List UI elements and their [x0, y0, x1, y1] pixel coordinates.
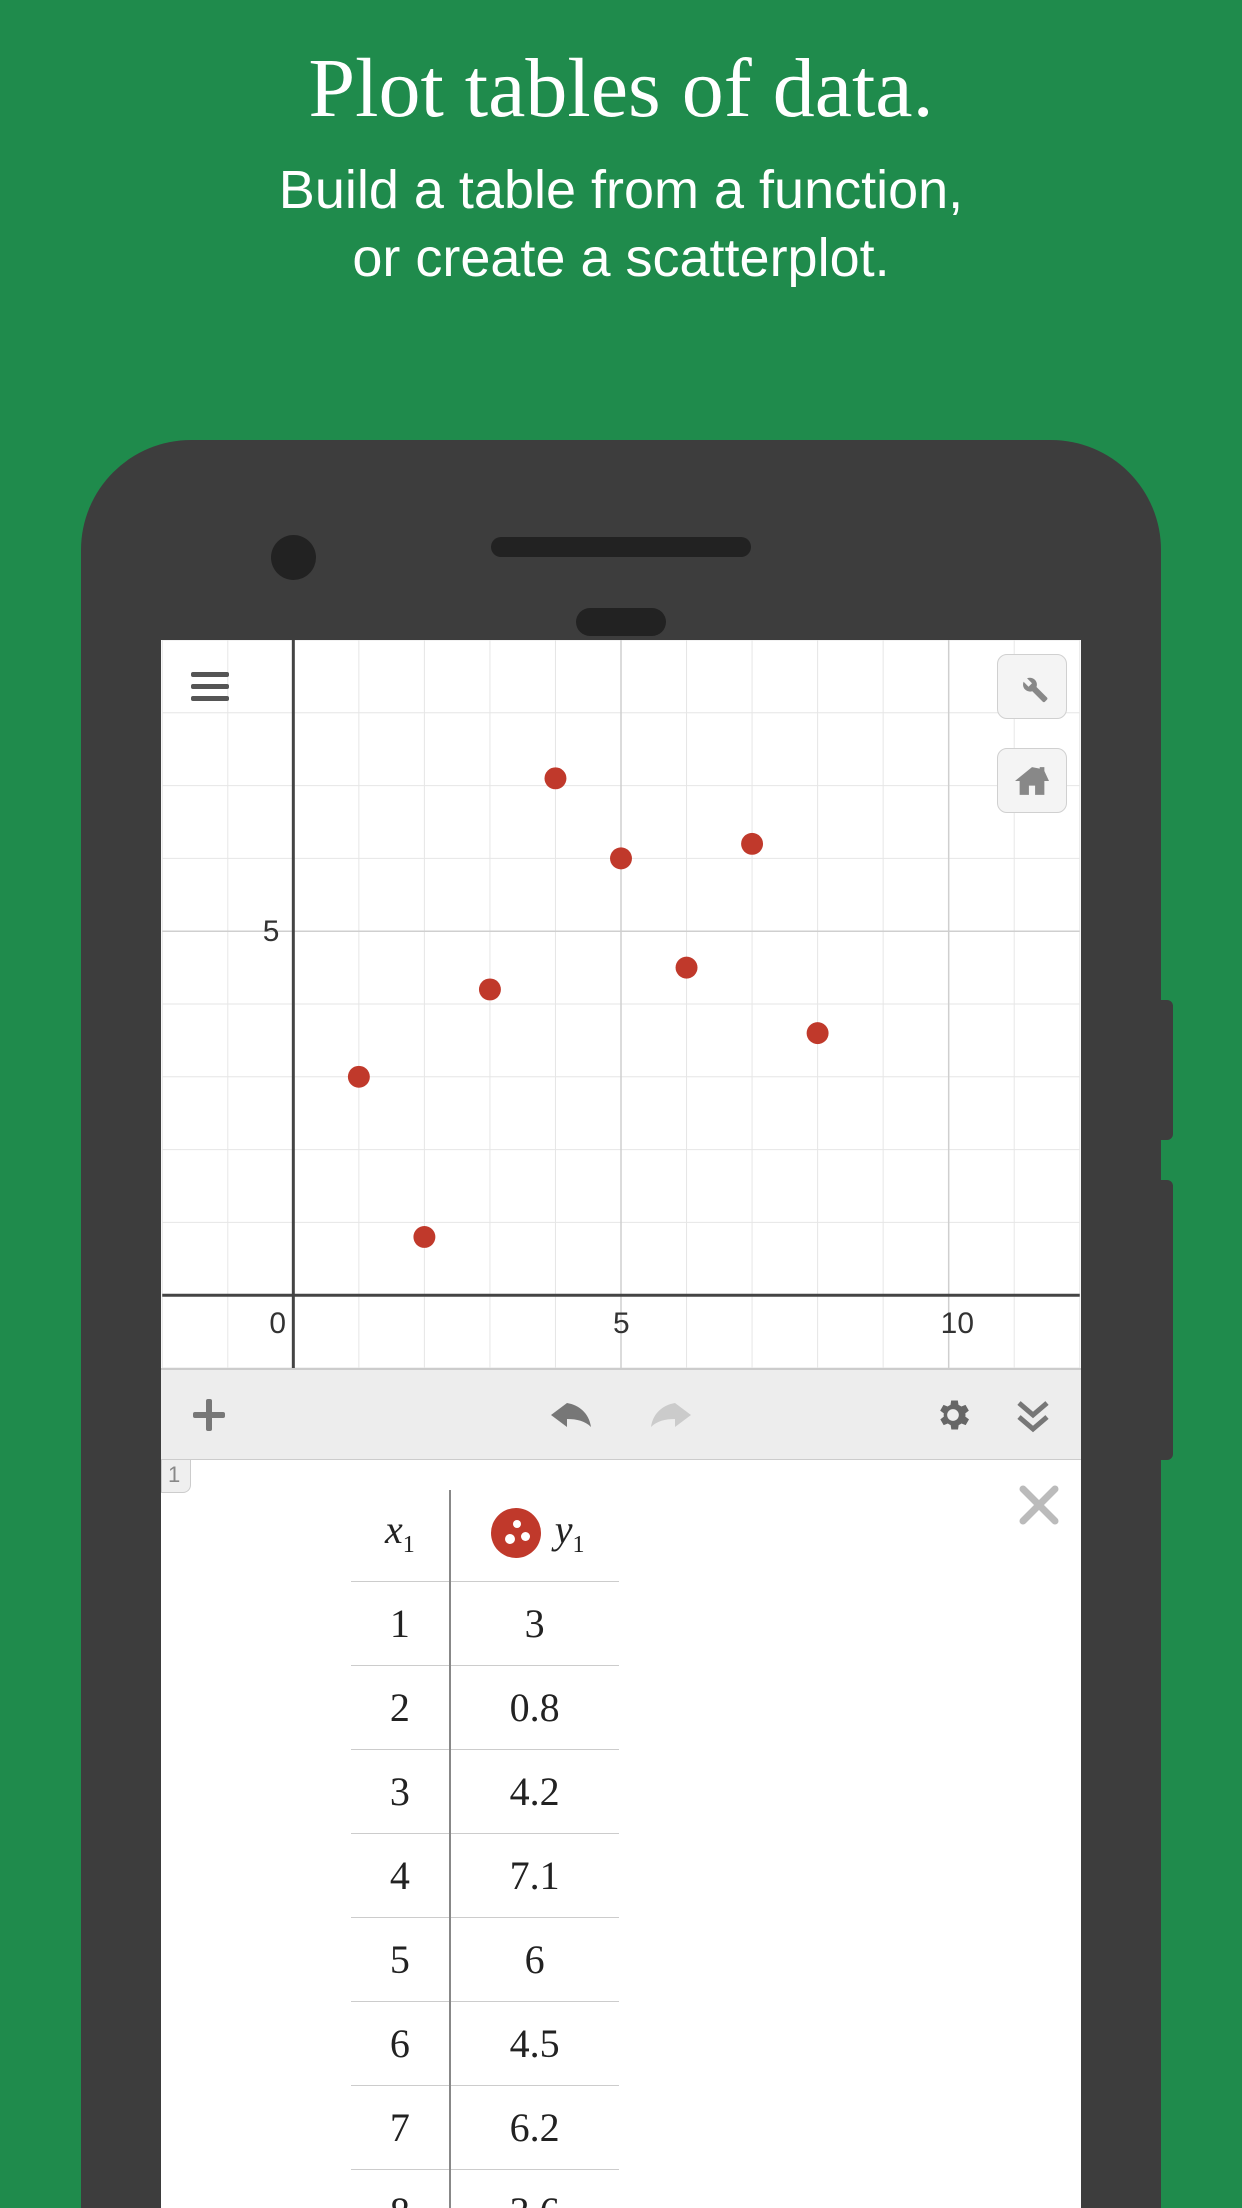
close-icon	[1017, 1483, 1061, 1527]
table-row[interactable]: 13	[351, 1582, 619, 1666]
plus-icon	[189, 1395, 229, 1435]
table-header-x-sub: 1	[403, 1532, 415, 1558]
svg-text:5: 5	[263, 915, 280, 948]
table-header-x-var: x	[385, 1507, 403, 1552]
delete-expression-button[interactable]	[1017, 1480, 1061, 1540]
wrench-icon	[1014, 669, 1050, 705]
table-cell-y[interactable]: 4.5	[450, 2002, 619, 2086]
home-icon	[1013, 764, 1051, 798]
table-header-x[interactable]: x1	[351, 1490, 450, 1582]
expression-toolbar	[161, 1370, 1081, 1460]
table-row[interactable]: 20.8	[351, 1666, 619, 1750]
device-sensor-pill	[576, 608, 666, 636]
device-side-button	[1161, 1000, 1173, 1140]
redo-icon	[647, 1399, 695, 1431]
promo-subtitle-line2: or create a scatterplot.	[352, 228, 889, 288]
graph-canvas[interactable]: 0 5 10 5	[161, 640, 1081, 1370]
home-button[interactable]	[997, 748, 1067, 813]
table-header-y[interactable]: y1	[450, 1490, 619, 1582]
table-row[interactable]: 34.2	[351, 1750, 619, 1834]
gear-icon	[933, 1395, 973, 1435]
promo-subtitle-line1: Build a table from a function,	[279, 160, 963, 220]
device-earpiece	[491, 537, 751, 557]
table-header-y-sub: 1	[573, 1532, 585, 1558]
device-side-button	[1161, 1180, 1173, 1460]
table-header-y-var: y	[555, 1507, 573, 1552]
table-row[interactable]: 76.2	[351, 2086, 619, 2170]
table-cell-x[interactable]: 5	[351, 1918, 450, 2002]
promo-subtitle: Build a table from a function, or create…	[0, 157, 1242, 292]
settings-wrench-button[interactable]	[997, 654, 1067, 719]
device-camera	[271, 535, 316, 580]
table-cell-x[interactable]: 7	[351, 2086, 450, 2170]
undo-button[interactable]	[541, 1385, 601, 1445]
graph-settings-button[interactable]	[923, 1385, 983, 1445]
graph-svg: 0 5 10 5	[161, 640, 1081, 1368]
svg-text:0: 0	[269, 1307, 286, 1340]
table-cell-y[interactable]: 6.2	[450, 2086, 619, 2170]
table-cell-x[interactable]: 1	[351, 1582, 450, 1666]
table-cell-y[interactable]: 7.1	[450, 1834, 619, 1918]
add-expression-button[interactable]	[179, 1385, 239, 1445]
table-cell-x[interactable]: 3	[351, 1750, 450, 1834]
table-row[interactable]: 47.1	[351, 1834, 619, 1918]
table-cell-y[interactable]: 0.8	[450, 1666, 619, 1750]
table-cell-y[interactable]: 6	[450, 1918, 619, 2002]
table-cell-x[interactable]: 4	[351, 1834, 450, 1918]
redo-button[interactable]	[641, 1385, 701, 1445]
device-frame: 0 5 10 5	[81, 440, 1161, 2208]
data-table[interactable]: x1 y1 1320.834.247.15664.576.283.6	[351, 1490, 619, 2208]
undo-icon	[547, 1399, 595, 1431]
table-cell-x[interactable]: 6	[351, 2002, 450, 2086]
chevron-double-down-icon	[1013, 1395, 1053, 1435]
table-cell-y[interactable]: 3	[450, 1582, 619, 1666]
svg-text:10: 10	[941, 1307, 974, 1340]
hamburger-icon	[191, 672, 229, 702]
menu-button[interactable]	[175, 654, 245, 719]
promo-title: Plot tables of data.	[0, 40, 1242, 137]
table-row[interactable]: 64.5	[351, 2002, 619, 2086]
expression-index-tab[interactable]: 1	[161, 1460, 191, 1493]
table-cell-x[interactable]: 8	[351, 2170, 450, 2208]
app-screen: 0 5 10 5	[161, 640, 1081, 2208]
table-row[interactable]: 56	[351, 1918, 619, 2002]
svg-text:5: 5	[613, 1307, 630, 1340]
expression-list: 1 x1 y1	[161, 1460, 1081, 2208]
series-color-icon[interactable]	[491, 1508, 541, 1558]
collapse-button[interactable]	[1003, 1385, 1063, 1445]
table-cell-x[interactable]: 2	[351, 1666, 450, 1750]
table-row[interactable]: 83.6	[351, 2170, 619, 2208]
table-cell-y[interactable]: 4.2	[450, 1750, 619, 1834]
table-cell-y[interactable]: 3.6	[450, 2170, 619, 2208]
